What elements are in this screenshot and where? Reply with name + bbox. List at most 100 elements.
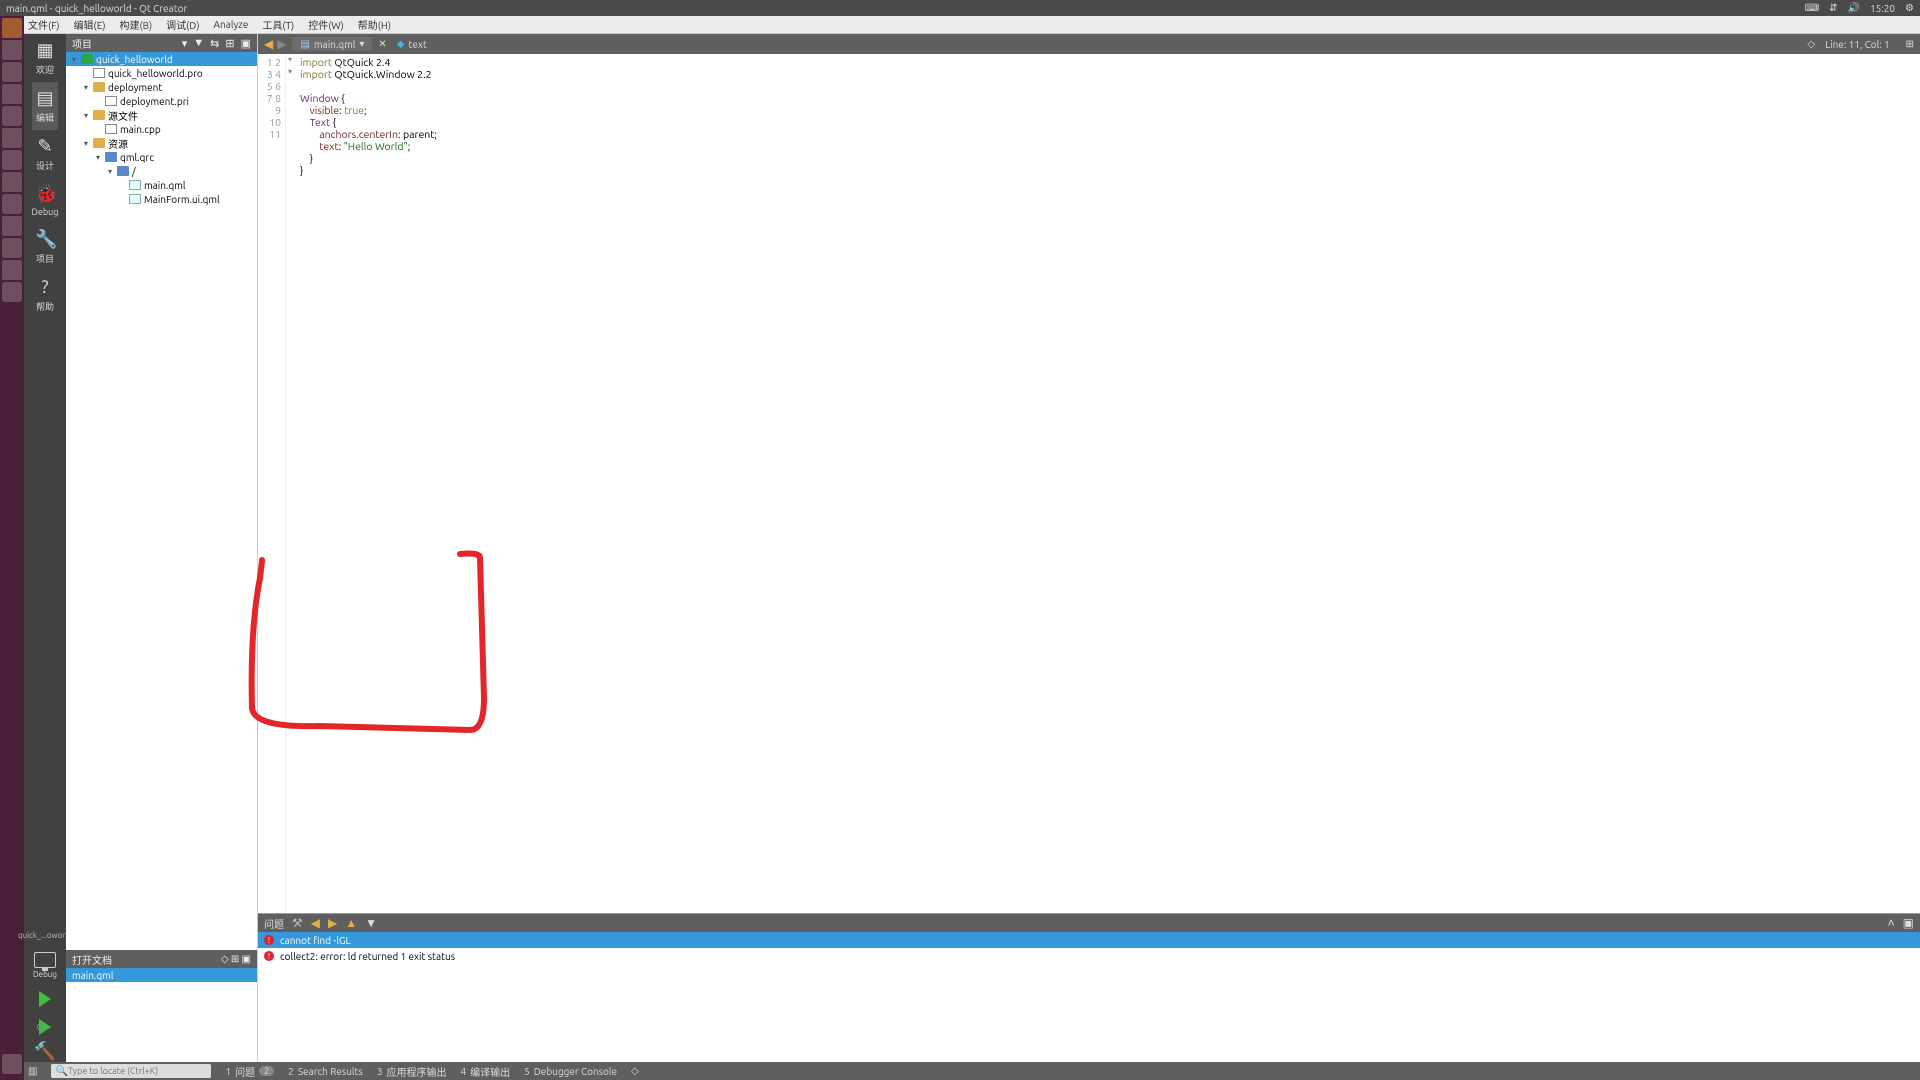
menu-item[interactable]: Analyze [214, 19, 249, 30]
project-pane: 项目 ▾ ▼ ⇆ ⊞ ▣ ▾quick_helloworldquick_hell… [66, 34, 258, 1062]
warning-icon[interactable]: ▲ [345, 916, 357, 930]
tree-row[interactable]: main.qml [66, 178, 257, 192]
launcher-tile[interactable] [2, 62, 22, 82]
launcher-tile[interactable] [2, 128, 22, 148]
close-pane-icon[interactable]: ▣ [242, 953, 251, 964]
menu-item[interactable]: 编辑(E) [74, 17, 106, 32]
tree-row[interactable]: quick_helloworld.pro [66, 66, 257, 80]
issue-row[interactable]: !collect2: error: ld returned 1 exit sta… [258, 948, 1920, 964]
toggle-sidebar-icon[interactable]: ▥ [28, 1065, 37, 1077]
cursor-position[interactable]: Line: 11, Col: 1 [1815, 39, 1900, 50]
mode-help[interactable]: ?帮助 [32, 271, 59, 319]
tree-row[interactable]: ▾ qml.qrc [66, 150, 257, 164]
file-dropdown[interactable]: ▤ main.qml ▾ [292, 37, 372, 51]
kit-project[interactable]: quick_...oworld [18, 927, 72, 944]
tree-twist-icon[interactable]: ▾ [82, 111, 90, 120]
bug-icon: 🐞 [35, 184, 55, 204]
launcher-tile[interactable] [2, 106, 22, 126]
menu-item[interactable]: 工具(T) [262, 17, 294, 32]
dropdown-icon[interactable]: ◇ [221, 953, 229, 964]
menu-item[interactable]: 文件(F) [28, 17, 60, 32]
tree-row[interactable]: ▾资源 [66, 136, 257, 150]
locator-input[interactable] [68, 1066, 208, 1076]
tree-twist-icon[interactable]: ▾ [82, 83, 90, 92]
tree-row[interactable]: main.cpp [66, 122, 257, 136]
launcher-tile[interactable] [2, 194, 22, 214]
launcher-trash[interactable] [2, 1054, 22, 1074]
open-doc-item[interactable]: main.qml [66, 968, 257, 982]
dropdown-icon[interactable]: ◇ [631, 1065, 639, 1077]
tree-row[interactable]: ▾quick_helloworld [66, 52, 257, 66]
launcher-tile[interactable] [2, 260, 22, 280]
close-pane-icon[interactable]: ▣ [241, 37, 251, 50]
tree-row[interactable]: ▾deployment [66, 80, 257, 94]
output-tab[interactable]: 5 Debugger Console [524, 1064, 617, 1079]
mode-edit[interactable]: ▤编辑 [32, 82, 59, 130]
hammer-icon[interactable]: ⚒ [292, 916, 303, 930]
symbol-icon: ◆ [397, 38, 405, 50]
tree-row[interactable]: deployment.pri [66, 94, 257, 108]
fold-gutter[interactable]: ▾ ▾ [286, 54, 294, 913]
open-documents-list[interactable]: main.qml [66, 968, 257, 982]
launcher-tile[interactable] [2, 282, 22, 302]
settings-icon[interactable]: ⚙ [1905, 2, 1914, 14]
output-tab[interactable]: 3 应用程序输出 [377, 1064, 447, 1079]
filter-icon[interactable]: ▼ [365, 916, 377, 930]
launcher-tile[interactable] [2, 84, 22, 104]
output-tab[interactable]: 1 问题 2 [225, 1064, 274, 1079]
launcher-tile[interactable] [2, 150, 22, 170]
project-tree[interactable]: ▾quick_helloworldquick_helloworld.pro▾de… [66, 52, 257, 950]
run-button[interactable] [39, 985, 51, 1013]
close-file-icon[interactable]: ✕ [378, 38, 386, 50]
nav-forward-icon[interactable]: ▶ [277, 37, 286, 51]
prev-issue-icon[interactable]: ◀ [311, 916, 320, 930]
tree-row[interactable]: MainForm.ui.qml [66, 192, 257, 206]
menu-item[interactable]: 构建(B) [119, 17, 152, 32]
tree-twist-icon[interactable]: ▾ [94, 153, 102, 162]
build-button[interactable]: 🔨 [34, 1041, 56, 1062]
menu-item[interactable]: 控件(W) [308, 17, 344, 32]
tree-twist-icon[interactable]: ▾ [82, 139, 90, 148]
mode-projects[interactable]: 🔧项目 [32, 223, 59, 271]
launcher-tile[interactable] [2, 238, 22, 258]
kit-selector[interactable]: Debug [24, 944, 66, 985]
split-icon[interactable]: ⊞ [225, 37, 234, 50]
next-issue-icon[interactable]: ▶ [328, 916, 337, 930]
volume-icon[interactable]: 🔊 [1848, 2, 1860, 14]
network-icon[interactable]: ⇵ [1829, 2, 1837, 14]
mode-design[interactable]: ✎设计 [32, 130, 59, 178]
project-dropdown-icon[interactable]: ▾ [182, 37, 188, 50]
issues-list[interactable]: !cannot find -lGL!collect2: error: ld re… [258, 932, 1920, 1062]
launcher-tile[interactable] [2, 216, 22, 236]
nav-back-icon[interactable]: ◀ [264, 37, 273, 51]
maximize-icon[interactable]: ▣ [1903, 916, 1914, 930]
code-editor[interactable]: 1 2 3 4 5 6 7 8 9 10 11 ▾ ▾ import QtQui… [258, 54, 1920, 913]
locator[interactable]: 🔍 [51, 1064, 211, 1078]
code-content[interactable]: import QtQuick 2.4import QtQuick.Window … [294, 54, 1920, 913]
collapse-icon[interactable]: ˄ [1888, 916, 1895, 930]
dropdown-icon[interactable]: ◇ [1807, 38, 1815, 50]
split-icon[interactable]: ⊞ [231, 953, 239, 964]
symbol-dropdown[interactable]: ◆ text [397, 38, 427, 50]
output-tab[interactable]: 4 编译输出 [460, 1064, 510, 1079]
mode-welcome[interactable]: ▦欢迎 [32, 34, 59, 82]
mode-debug[interactable]: 🐞Debug [32, 178, 59, 223]
menu-item[interactable]: 帮助(H) [358, 17, 391, 32]
tree-twist-icon[interactable]: ▾ [106, 167, 114, 176]
output-tab[interactable]: 2 Search Results [288, 1064, 363, 1079]
tree-twist-icon[interactable]: ▾ [70, 55, 78, 64]
edit-icon: ▤ [35, 88, 55, 108]
launcher-tile[interactable] [2, 40, 22, 60]
launcher-tile[interactable] [2, 18, 22, 38]
tree-label: qml.qrc [120, 152, 154, 163]
tree-row[interactable]: ▾源文件 [66, 108, 257, 122]
split-editor-icon[interactable]: ⊞ [1900, 38, 1920, 50]
filter-icon[interactable]: ▼ [193, 37, 204, 50]
issue-row[interactable]: !cannot find -lGL [258, 932, 1920, 948]
launcher-tile[interactable] [2, 172, 22, 192]
keyboard-icon[interactable]: ⌨ [1805, 2, 1819, 14]
sync-icon[interactable]: ⇆ [210, 37, 219, 50]
menu-item[interactable]: 调试(D) [166, 17, 199, 32]
debug-run-button[interactable] [39, 1013, 51, 1041]
tree-row[interactable]: ▾/ [66, 164, 257, 178]
